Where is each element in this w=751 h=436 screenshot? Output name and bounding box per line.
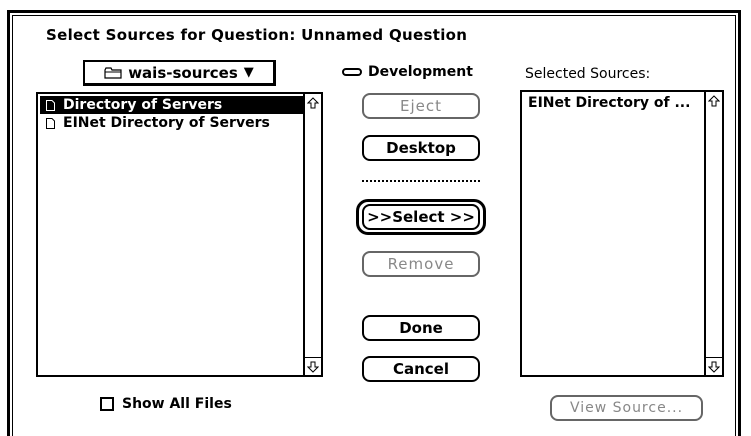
scroll-down-arrow-icon[interactable] (305, 357, 321, 375)
folder-popup-label: wais-sources (128, 63, 238, 82)
show-all-files-option[interactable]: Show All Files (100, 396, 232, 412)
button-divider (362, 180, 480, 182)
selected-sources-list[interactable]: EINet Directory of ... (520, 90, 724, 377)
list-item-label: EINet Directory of Servers (63, 115, 270, 131)
document-icon (46, 117, 55, 129)
list-item[interactable]: EINet Directory of ... (524, 94, 704, 112)
remove-button[interactable]: Remove (362, 251, 480, 277)
cancel-button[interactable]: Cancel (362, 356, 480, 382)
volume-label: Development (342, 64, 473, 80)
list-item-label: Directory of Servers (63, 97, 223, 113)
selected-sources-label: Selected Sources: (525, 66, 651, 82)
list-item-label: EINet Directory of ... (528, 95, 691, 111)
document-icon (46, 99, 55, 111)
scroll-up-arrow-icon[interactable] (305, 94, 321, 111)
drive-icon (342, 68, 362, 76)
select-button[interactable]: >>Select >> (362, 204, 480, 230)
folder-icon (104, 66, 122, 79)
scroll-down-arrow-icon[interactable] (706, 357, 722, 375)
source-file-list[interactable]: Directory of Servers EINet Directory of … (36, 92, 323, 377)
scroll-up-arrow-icon[interactable] (706, 92, 722, 109)
show-all-files-label: Show All Files (122, 396, 232, 412)
view-source-button[interactable]: View Source... (550, 395, 703, 421)
vertical-scrollbar[interactable] (303, 94, 321, 375)
folder-popup-menu[interactable]: wais-sources ▼ (83, 60, 276, 86)
eject-button[interactable]: Eject (362, 93, 480, 119)
done-button[interactable]: Done (362, 315, 480, 341)
vertical-scrollbar[interactable] (704, 92, 722, 375)
volume-name: Development (368, 64, 473, 80)
show-all-files-checkbox[interactable] (100, 397, 114, 411)
dialog-title: Select Sources for Question: Unnamed Que… (46, 26, 468, 44)
list-item[interactable]: EINet Directory of Servers (40, 114, 303, 132)
desktop-button[interactable]: Desktop (362, 135, 480, 161)
list-item[interactable]: Directory of Servers (40, 96, 303, 114)
chevron-down-icon: ▼ (243, 65, 254, 80)
